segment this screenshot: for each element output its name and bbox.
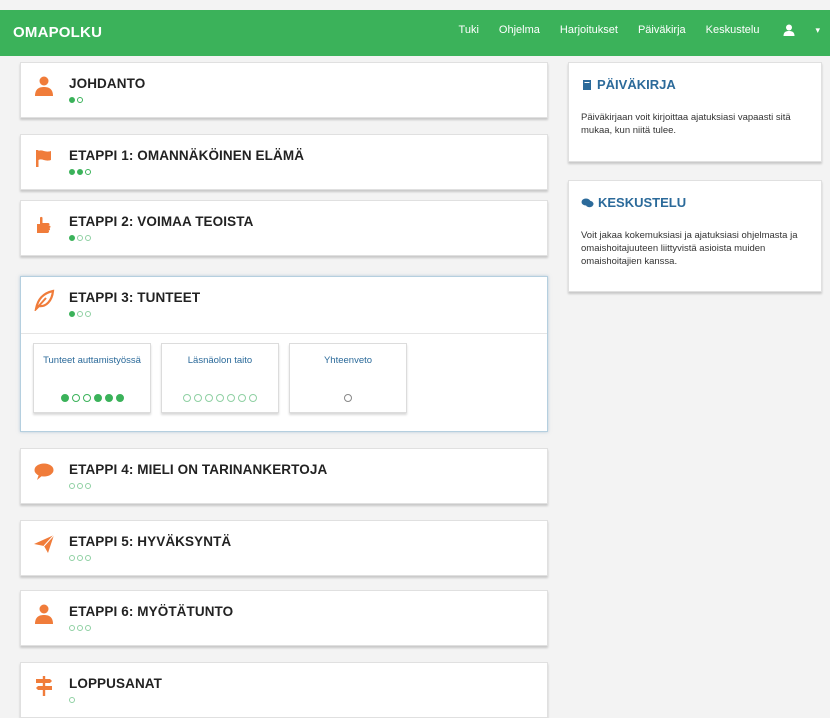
hand-icon xyxy=(37,216,51,233)
person-icon xyxy=(35,604,53,624)
progress-dots xyxy=(162,394,278,402)
brand-logo[interactable]: OMAPOLKU xyxy=(13,24,102,41)
diary-title[interactable]: PÄIVÄKIRJA xyxy=(581,77,676,92)
phase-title: ETAPPI 2: VOIMAA TEOISTA xyxy=(69,214,254,229)
phase-card-etappi-3[interactable]: ETAPPI 3: TUNTEET Tunteet auttamistyössä… xyxy=(20,276,548,432)
exercise-card-yhteenveto[interactable]: Yhteenveto xyxy=(289,343,407,413)
phase-card-etappi-6[interactable]: ETAPPI 6: MYÖTÄTUNTO xyxy=(20,590,548,646)
phase-title: ETAPPI 5: HYVÄKSYNTÄ xyxy=(69,534,232,549)
nav-link-keskustelu[interactable]: Keskustelu xyxy=(706,24,760,36)
signpost-icon xyxy=(36,676,52,696)
progress-dot xyxy=(194,394,202,402)
progress-dot xyxy=(85,311,91,317)
progress-dot xyxy=(85,625,91,631)
user-icon xyxy=(783,24,795,36)
progress-dots xyxy=(69,483,93,489)
progress-dot xyxy=(344,394,352,402)
progress-dot xyxy=(77,311,83,317)
progress-dot xyxy=(69,555,75,561)
exercise-title: Tunteet auttamistyössä xyxy=(43,355,141,366)
progress-dot xyxy=(69,625,75,631)
progress-dot xyxy=(205,394,213,402)
exercise-title: Yhteenveto xyxy=(323,355,373,366)
exercise-card-tunteet[interactable]: Tunteet auttamistyössä xyxy=(33,343,151,413)
exercise-title: Läsnäolon taito xyxy=(187,355,253,366)
progress-dot xyxy=(77,169,83,175)
progress-dots xyxy=(290,394,406,402)
progress-dots xyxy=(69,235,93,241)
progress-dot xyxy=(77,555,83,561)
progress-dots xyxy=(69,311,93,317)
progress-dots xyxy=(69,97,85,103)
user-menu-button[interactable]: ▾ xyxy=(783,24,820,36)
progress-dot xyxy=(77,625,83,631)
phase-title: ETAPPI 1: OMANNÄKÖINEN ELÄMÄ xyxy=(69,148,305,163)
nav-link-tuki[interactable]: Tuki xyxy=(459,24,479,36)
progress-dot xyxy=(183,394,191,402)
diary-card[interactable]: PÄIVÄKIRJA Päiväkirjaan voit kirjoittaa … xyxy=(568,62,822,162)
phase-card-etappi-4[interactable]: ETAPPI 4: MIELI ON TARINANKERTOJA xyxy=(20,448,548,504)
diary-description: Päiväkirjaan voit kirjoittaa ajatuksiasi… xyxy=(581,112,791,136)
leaf-icon xyxy=(34,289,55,311)
chevron-down-icon: ▾ xyxy=(815,24,820,35)
phase-card-etappi-2[interactable]: ETAPPI 2: VOIMAA TEOISTA xyxy=(20,200,548,256)
progress-dot xyxy=(77,483,83,489)
progress-dots xyxy=(69,555,93,561)
progress-dot xyxy=(104,394,113,402)
progress-dot xyxy=(69,697,75,703)
person-icon xyxy=(35,76,53,96)
progress-dot xyxy=(69,97,75,103)
progress-dots xyxy=(69,697,77,703)
progress-dots xyxy=(34,394,150,402)
progress-dot xyxy=(85,169,91,175)
progress-dot xyxy=(71,394,80,402)
phase-card-etappi-5[interactable]: ETAPPI 5: HYVÄKSYNTÄ xyxy=(20,520,548,576)
progress-dot xyxy=(85,555,91,561)
phase-card-johdanto[interactable]: JOHDANTO xyxy=(20,62,548,118)
phase-card-loppusanat[interactable]: LOPPUSANAT xyxy=(20,662,548,718)
paper-plane-icon xyxy=(34,534,55,553)
speech-bubble-icon xyxy=(34,463,54,480)
nav-links: Tuki Ohjelma Harjoitukset Päiväkirja Kes… xyxy=(439,24,820,36)
nav-link-harjoitukset[interactable]: Harjoitukset xyxy=(560,24,618,36)
exercise-card-lasnaolon-taito[interactable]: Läsnäolon taito xyxy=(161,343,279,413)
phase-title: JOHDANTO xyxy=(69,76,146,91)
progress-dot xyxy=(238,394,246,402)
progress-dot xyxy=(69,311,75,317)
progress-dot xyxy=(227,394,235,402)
phase-title: ETAPPI 6: MYÖTÄTUNTO xyxy=(69,604,234,619)
nav-link-paivakirja[interactable]: Päiväkirja xyxy=(638,24,686,36)
discussion-title[interactable]: KESKUSTELU xyxy=(581,195,686,210)
divider xyxy=(21,333,547,334)
progress-dot xyxy=(60,394,69,402)
progress-dot xyxy=(216,394,224,402)
phase-title: ETAPPI 3: TUNTEET xyxy=(69,290,201,305)
progress-dot xyxy=(77,235,83,241)
phase-title: ETAPPI 4: MIELI ON TARINANKERTOJA xyxy=(69,462,328,477)
progress-dot xyxy=(93,394,102,402)
progress-dot xyxy=(69,169,75,175)
progress-dot xyxy=(85,483,91,489)
flag-icon xyxy=(36,150,51,167)
progress-dot xyxy=(249,394,257,402)
progress-dot xyxy=(115,394,124,402)
progress-dot xyxy=(69,483,75,489)
nav-link-ohjelma[interactable]: Ohjelma xyxy=(499,24,540,36)
progress-dot xyxy=(77,97,83,103)
progress-dots xyxy=(69,169,93,175)
progress-dots xyxy=(69,625,93,631)
phase-card-etappi-1[interactable]: ETAPPI 1: OMANNÄKÖINEN ELÄMÄ xyxy=(20,134,548,190)
discussion-description: Voit jakaa kokemuksiasi ja ajatuksiasi o… xyxy=(581,230,798,267)
progress-dot xyxy=(85,235,91,241)
progress-dot xyxy=(69,235,75,241)
discussion-card[interactable]: KESKUSTELU Voit jakaa kokemuksiasi ja aj… xyxy=(568,180,822,292)
chat-icon xyxy=(581,198,594,207)
book-icon xyxy=(583,79,591,90)
progress-dot xyxy=(82,394,91,402)
top-navbar: OMAPOLKU Tuki Ohjelma Harjoitukset Päivä… xyxy=(0,10,830,56)
phase-title: LOPPUSANAT xyxy=(69,676,163,691)
